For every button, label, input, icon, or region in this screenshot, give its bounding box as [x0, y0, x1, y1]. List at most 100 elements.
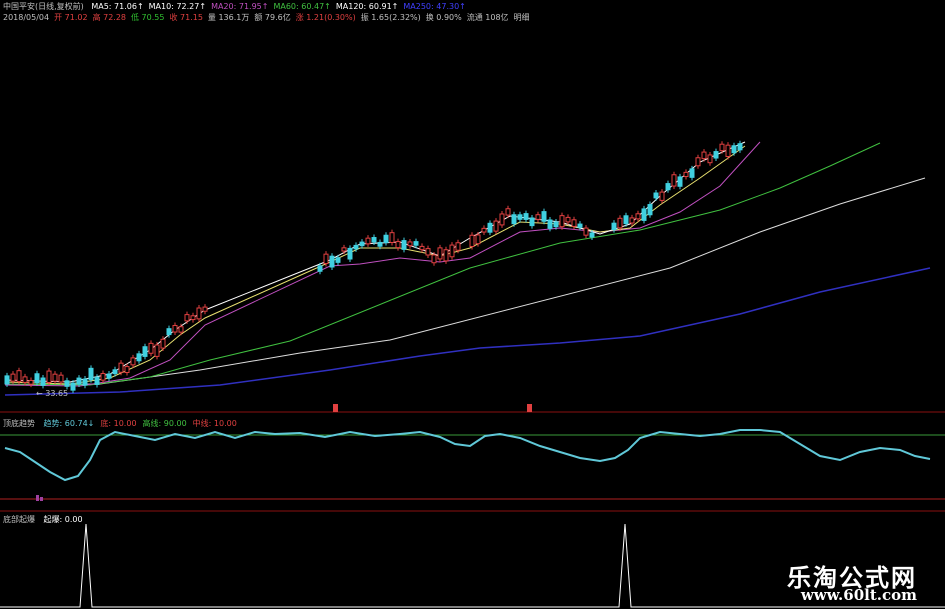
candle-body [190, 315, 196, 321]
candle-body [359, 241, 365, 247]
candle-body [701, 151, 707, 160]
candle-body [136, 353, 142, 362]
candle-body [118, 362, 124, 373]
candle-body [725, 144, 731, 157]
candle-body [425, 248, 431, 256]
indicator-mark [40, 497, 43, 501]
candle-body [365, 237, 371, 245]
candle-body [493, 220, 499, 232]
candle-body [653, 192, 659, 199]
candle-body [719, 143, 725, 152]
candle-body [154, 344, 160, 357]
candle-body [707, 154, 713, 164]
candle-body [437, 247, 443, 260]
candle-body [58, 374, 64, 383]
candle-body [4, 375, 10, 385]
candle-body [611, 222, 617, 231]
candle-body [589, 232, 595, 238]
buy-signal-mark [527, 404, 532, 412]
candle-body [511, 214, 517, 225]
candle-body [659, 191, 665, 201]
candle-body [671, 174, 677, 187]
candle-body [583, 227, 589, 236]
candle-body [617, 217, 623, 229]
candle-body [52, 373, 58, 382]
candle-body [184, 314, 190, 322]
candle-body [731, 145, 737, 154]
candle-body [142, 346, 148, 357]
candle-body [124, 366, 130, 374]
candle-body [629, 217, 635, 224]
candle-body [166, 328, 172, 336]
candle-body [737, 143, 743, 151]
candle-body [395, 241, 401, 249]
candle-body [455, 242, 461, 251]
candle-body [377, 241, 383, 247]
candle-body [517, 214, 523, 220]
ma20-line [4, 141, 761, 387]
candle-body [431, 254, 437, 264]
candle-body [160, 338, 166, 349]
candle-body [443, 249, 449, 262]
candle-body [413, 241, 419, 246]
candle-body [475, 234, 481, 245]
candle-body [623, 215, 629, 225]
candle-body [196, 307, 202, 320]
candle-body [487, 222, 493, 233]
candle-body [505, 208, 511, 216]
candle-body [383, 234, 389, 244]
stock-chart-app: 中国平安(日线,复权前) MA5: 71.06↑ MA10: 72.27↑ MA20… [0, 0, 945, 609]
candle-body [148, 342, 154, 354]
candle-body [10, 373, 16, 382]
candle-body [329, 255, 335, 268]
watermark-url: www.60lt.com [800, 586, 917, 604]
candle-body [541, 211, 547, 222]
candle-body [100, 373, 106, 381]
candle-body [419, 245, 425, 251]
candle-body [88, 367, 94, 381]
trend-line [4, 429, 931, 482]
candle-body [683, 171, 689, 178]
candle-body [469, 234, 475, 247]
candle-body [82, 378, 88, 386]
candle-body [106, 373, 112, 379]
candle-body [341, 247, 347, 252]
candle-body [695, 157, 701, 167]
chart-canvas[interactable]: ← 33.65 [0, 0, 945, 609]
candle-body [499, 213, 505, 226]
candle-body [535, 214, 541, 220]
candle-body [22, 376, 28, 383]
candle-body [565, 216, 571, 223]
candle-body [571, 219, 577, 227]
candle-body [449, 244, 455, 258]
ma60-line [4, 142, 881, 386]
candle-body [40, 377, 46, 386]
candle-body [112, 369, 118, 375]
candle-body [64, 380, 70, 387]
candlesticks [4, 140, 743, 394]
candle-body [401, 240, 407, 250]
candle-body [389, 232, 395, 243]
candle-body [547, 219, 553, 229]
candle-body [635, 213, 641, 220]
ma250-line [4, 267, 931, 396]
candle-body [16, 370, 22, 383]
candle-body [34, 373, 40, 384]
ma10-line [4, 145, 746, 385]
candle-body [481, 227, 487, 233]
candle-body [647, 204, 653, 216]
candle-body [323, 253, 329, 265]
candle-body [172, 324, 178, 333]
candle-body [577, 223, 583, 228]
candle-body [317, 265, 323, 272]
candle-body [178, 326, 184, 333]
candle-body [76, 377, 82, 385]
candle-body [70, 382, 76, 391]
candle-body [353, 244, 359, 250]
candle-body [46, 370, 52, 384]
candle-body [677, 176, 683, 187]
indicator-mark [36, 495, 39, 501]
candle-body [28, 379, 34, 385]
candle-body [347, 247, 353, 260]
candle-body [130, 357, 136, 366]
